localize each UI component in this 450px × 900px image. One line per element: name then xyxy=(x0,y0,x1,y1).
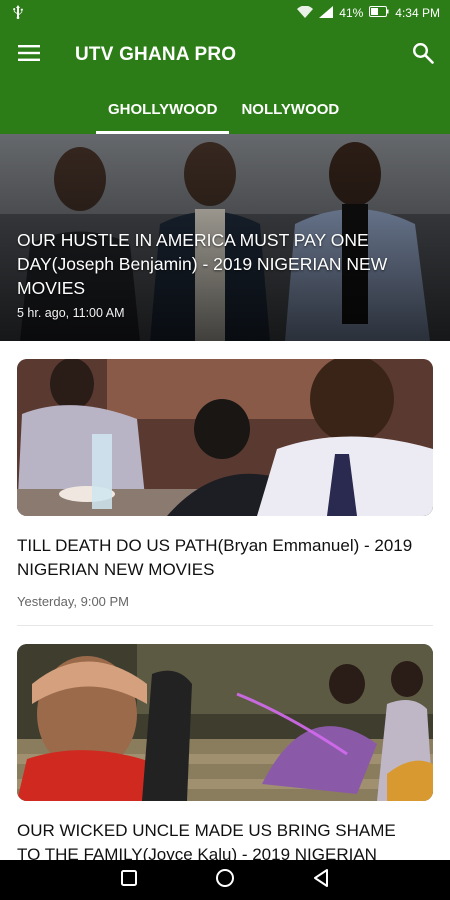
status-indicators: 41% 4:34 PM xyxy=(297,5,440,21)
tab-ghollywood[interactable]: GHOLLYWOOD xyxy=(96,84,230,134)
battery-percent: 41% xyxy=(339,6,364,20)
featured-video[interactable]: OUR HUSTLE IN AMERICA MUST PAY ONE DAY(J… xyxy=(0,134,450,341)
system-nav-bar xyxy=(0,860,450,900)
video-card[interactable]: TILL DEATH DO US PATH(Bryan Emmanuel) - … xyxy=(17,359,433,609)
video-thumbnail xyxy=(17,359,433,516)
category-tabs: GHOLLYWOOD NOLLYWOOD xyxy=(0,84,450,134)
search-button[interactable] xyxy=(398,26,448,84)
recents-button[interactable] xyxy=(116,867,142,893)
usb-icon xyxy=(12,4,24,22)
signal-icon xyxy=(319,5,334,21)
video-thumbnail xyxy=(17,644,433,801)
clock: 4:34 PM xyxy=(395,6,440,20)
video-card[interactable]: OUR WICKED UNCLE MADE US BRING SHAME TO … xyxy=(17,644,433,860)
video-title: OUR WICKED UNCLE MADE US BRING SHAME TO … xyxy=(17,821,396,860)
video-feed[interactable]: OUR HUSTLE IN AMERICA MUST PAY ONE DAY(J… xyxy=(0,134,450,860)
home-button[interactable] xyxy=(212,867,238,893)
recents-icon xyxy=(121,869,137,891)
back-icon xyxy=(313,868,329,892)
search-icon xyxy=(412,42,434,69)
video-time: Yesterday, 9:00 PM xyxy=(17,594,130,609)
wifi-icon xyxy=(297,5,314,21)
featured-title: OUR HUSTLE IN AMERICA MUST PAY ONE DAY(J… xyxy=(17,230,388,298)
featured-time: 5 hr. ago, 11:00 AM xyxy=(17,306,125,320)
menu-icon xyxy=(18,44,40,66)
back-button[interactable] xyxy=(308,867,334,893)
menu-button[interactable] xyxy=(0,26,58,84)
home-icon xyxy=(215,868,235,893)
app-title: UTV GHANA PRO xyxy=(75,44,237,65)
app-bar: UTV GHANA PRO xyxy=(0,26,450,84)
tab-nollywood[interactable]: NOLLYWOOD xyxy=(229,84,351,134)
divider xyxy=(17,625,433,626)
status-bar: 41% 4:34 PM xyxy=(0,0,450,26)
video-title: TILL DEATH DO US PATH(Bryan Emmanuel) - … xyxy=(17,536,413,579)
battery-icon xyxy=(369,6,389,20)
